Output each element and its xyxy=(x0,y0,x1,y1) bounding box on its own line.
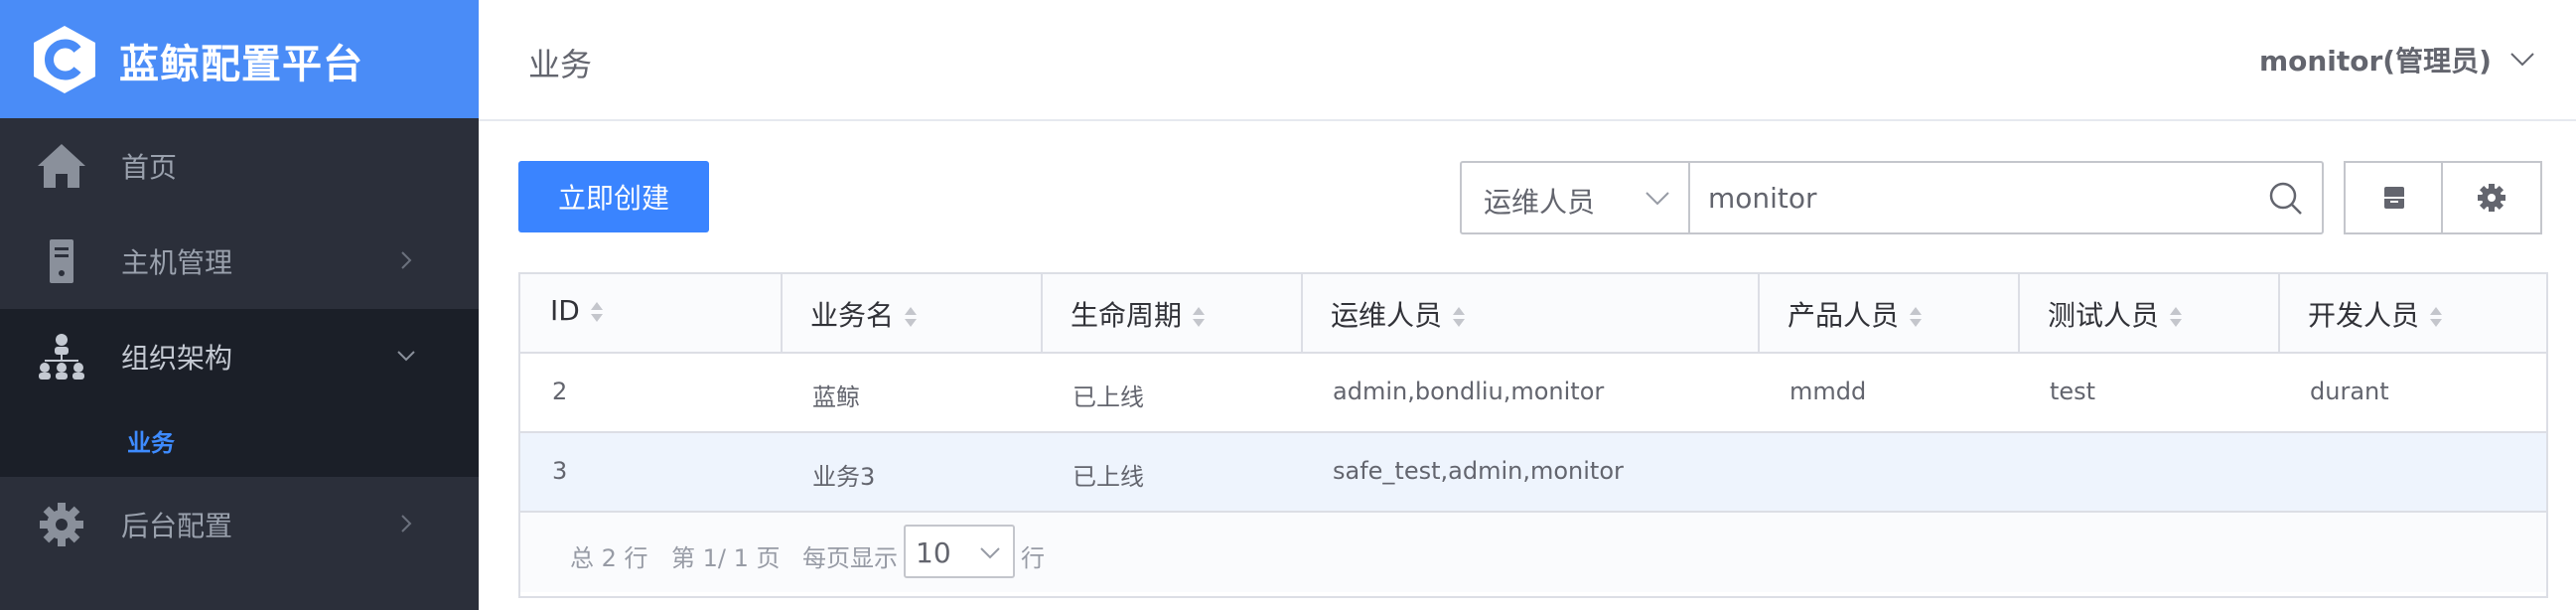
create-button[interactable]: 立即创建 xyxy=(518,161,709,232)
cell-lifecycle: 已上线 xyxy=(1073,383,1144,411)
pagination-page: 第 1/ 1 页 xyxy=(671,544,781,572)
cell-id: 3 xyxy=(552,457,568,485)
user-menu[interactable]: monitor(管理员) xyxy=(2259,40,2536,79)
brand-header: 蓝鲸配置平台 xyxy=(0,0,479,118)
search-group: 运维人员 xyxy=(1460,161,2324,234)
server-icon xyxy=(50,239,73,283)
sort-icon xyxy=(590,302,603,322)
page-title: 业务 xyxy=(528,46,593,83)
brand-title: 蓝鲸配置平台 xyxy=(119,42,363,87)
filter-field-select[interactable]: 运维人员 xyxy=(1462,163,1690,232)
column-label: 测试人员 xyxy=(2048,299,2160,332)
cell-lifecycle: 已上线 xyxy=(1073,463,1144,491)
sidebar-subitem-business[interactable]: 业务 xyxy=(0,403,479,477)
sidebar-item-home[interactable]: 首页 xyxy=(0,118,479,214)
search-input[interactable] xyxy=(1708,163,2264,232)
chevron-down-icon xyxy=(980,547,1000,559)
top-header: 业务 monitor(管理员) xyxy=(479,0,2576,121)
column-header-ops[interactable]: 运维人员 xyxy=(1301,274,1760,352)
sort-icon xyxy=(1910,307,1923,327)
cell-dev: durant xyxy=(2310,378,2389,405)
sidebar-item-label: 组织架构 xyxy=(121,342,233,375)
logo-icon xyxy=(34,26,95,93)
sidebar-item-org[interactable]: 组织架构 xyxy=(0,309,479,404)
search-icon[interactable] xyxy=(2268,181,2304,217)
sidebar-item-label: 主机管理 xyxy=(121,246,233,279)
column-label: 产品人员 xyxy=(1788,299,1900,332)
per-page-label: 每页显示 xyxy=(802,544,898,572)
home-icon xyxy=(38,144,85,188)
cell-ops: admin,bondliu,monitor xyxy=(1333,378,1605,405)
filter-field-value: 运维人员 xyxy=(1484,186,1596,219)
chevron-right-icon xyxy=(401,515,412,533)
cell-product: mmdd xyxy=(1789,378,1867,405)
column-label: 运维人员 xyxy=(1331,299,1443,332)
column-label: 开发人员 xyxy=(2308,299,2420,332)
sort-icon xyxy=(2430,307,2443,327)
column-settings-button[interactable] xyxy=(2441,161,2542,234)
pagination: 总 2 行 第 1/ 1 页 每页显示 10 行 xyxy=(520,513,2546,592)
table-row[interactable]: 2 蓝鲸 已上线 admin,bondliu,monitor mmdd test… xyxy=(520,354,2546,433)
cell-ops: safe_test,admin,monitor xyxy=(1333,457,1624,485)
gear-icon xyxy=(2478,184,2505,212)
table-header: ID 业务名 生命周期 运维人员 产品人员 测试人员 开发人员 xyxy=(520,274,2546,354)
export-button[interactable] xyxy=(2344,161,2445,234)
business-table: ID 业务名 生命周期 运维人员 产品人员 测试人员 开发人员 2 蓝鲸 已上线… xyxy=(518,272,2548,598)
sidebar-subitem-label: 业务 xyxy=(127,429,175,457)
per-page-value: 10 xyxy=(916,536,951,569)
chevron-down-icon xyxy=(2510,53,2534,67)
cell-id: 2 xyxy=(552,378,568,405)
cell-name: 蓝鲸 xyxy=(812,383,860,411)
sort-icon xyxy=(1193,307,1206,327)
column-label: 业务名 xyxy=(810,299,895,332)
pagination-total: 总 2 行 xyxy=(570,544,648,572)
column-header-product[interactable]: 产品人员 xyxy=(1758,274,2020,352)
sidebar: 蓝鲸配置平台 首页 主机管理 组织架构 业务 后台配置 xyxy=(0,0,479,610)
column-header-dev[interactable]: 开发人员 xyxy=(2278,274,2546,352)
column-header-lifecycle[interactable]: 生命周期 xyxy=(1041,274,1303,352)
gear-icon xyxy=(40,503,83,546)
column-header-test[interactable]: 测试人员 xyxy=(2018,274,2280,352)
per-page-select[interactable]: 10 xyxy=(904,525,1015,578)
column-label: 生命周期 xyxy=(1071,299,1183,332)
user-name: monitor(管理员) xyxy=(2258,45,2492,77)
sidebar-item-label: 后台配置 xyxy=(121,510,233,542)
sidebar-item-label: 首页 xyxy=(121,151,178,184)
column-header-id[interactable]: ID xyxy=(520,274,783,352)
column-label: ID xyxy=(550,294,580,327)
column-header-name[interactable]: 业务名 xyxy=(781,274,1043,352)
chevron-down-icon xyxy=(397,351,415,362)
row-suffix: 行 xyxy=(1021,544,1045,572)
archive-icon xyxy=(2384,187,2404,209)
sidebar-item-settings[interactable]: 后台配置 xyxy=(0,477,479,572)
table-row[interactable]: 3 业务3 已上线 safe_test,admin,monitor xyxy=(520,433,2546,513)
cell-name: 业务3 xyxy=(812,463,876,491)
chevron-down-icon xyxy=(1646,192,1669,206)
sort-icon xyxy=(905,307,918,327)
sort-icon xyxy=(1453,307,1466,327)
org-structure-icon xyxy=(39,334,84,380)
chevron-right-icon xyxy=(401,251,412,269)
sort-icon xyxy=(2170,307,2183,327)
sidebar-item-hosts[interactable]: 主机管理 xyxy=(0,214,479,309)
cell-test: test xyxy=(2050,378,2096,405)
